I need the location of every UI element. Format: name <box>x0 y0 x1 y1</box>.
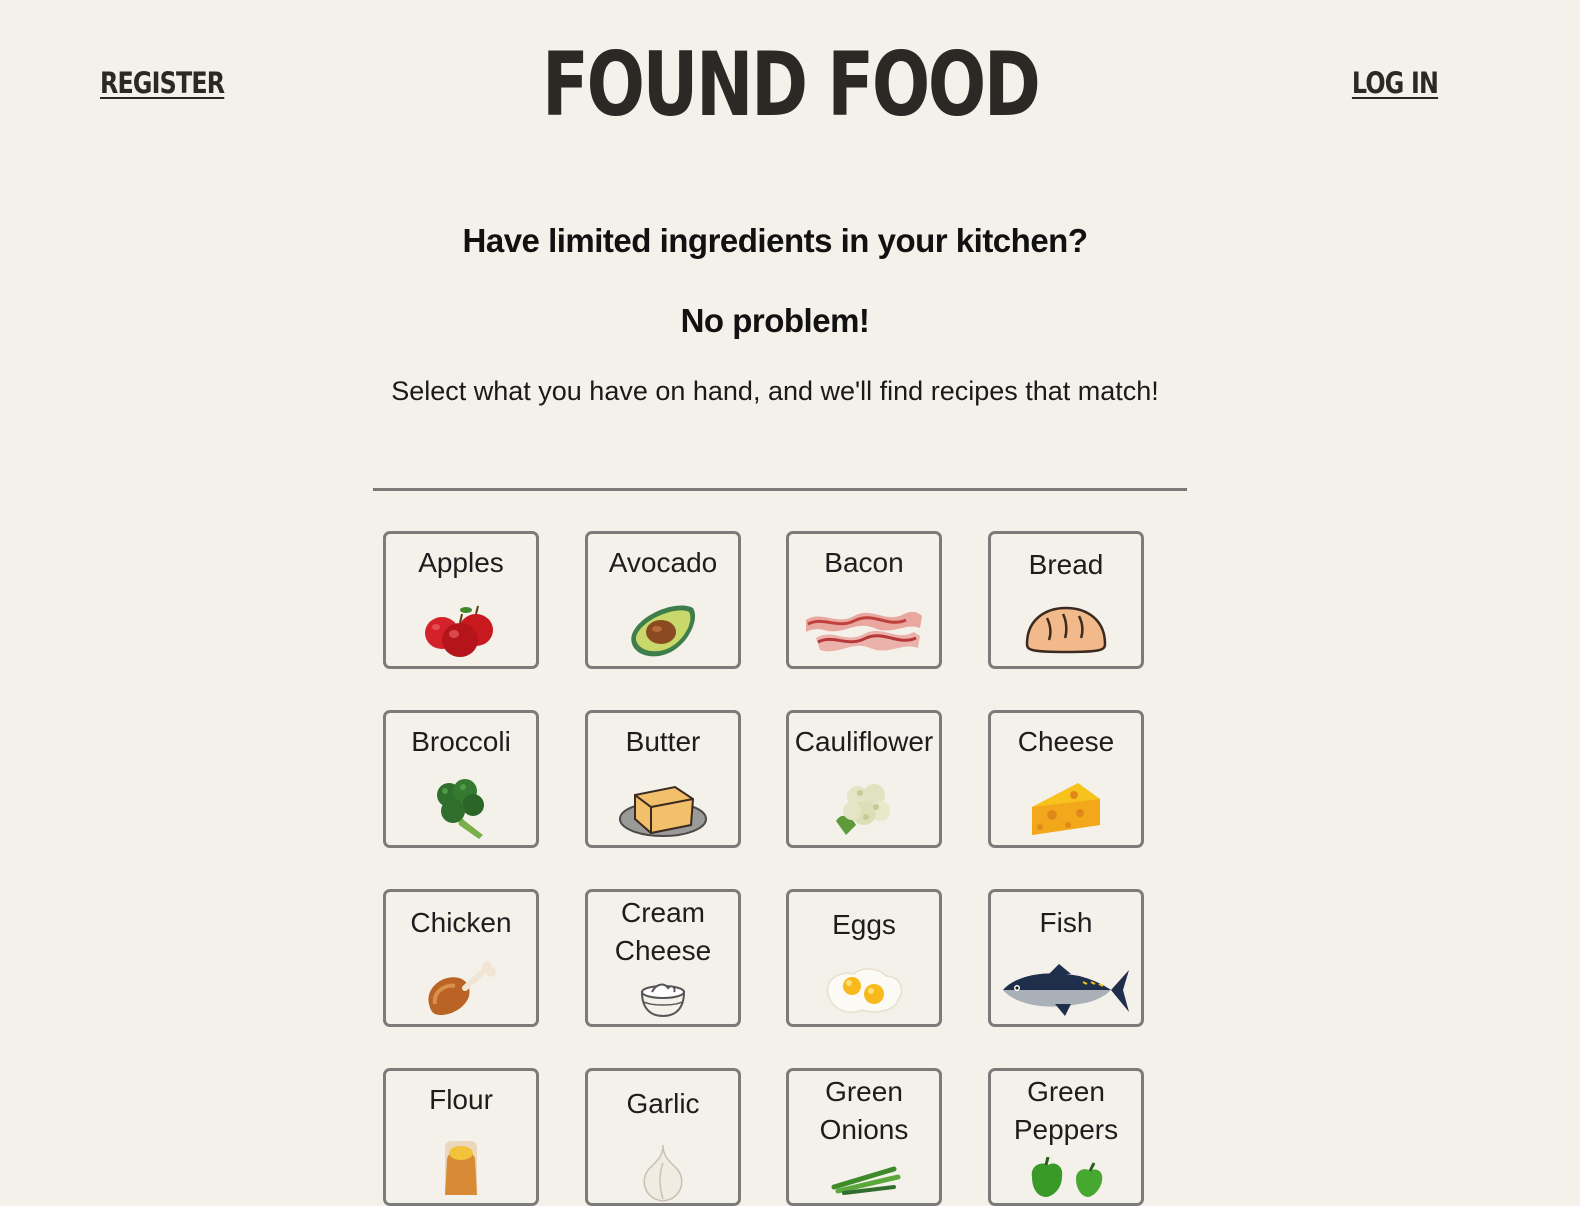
ingredient-label: Flour <box>429 1084 493 1115</box>
ingredient-label: Cheese <box>1017 726 1115 757</box>
bacon-icon <box>789 602 939 662</box>
ingredient-card-garlic[interactable]: Garlic <box>585 1068 741 1206</box>
ingredient-label: Eggs <box>832 909 896 940</box>
ingredient-card-apples[interactable]: Apples <box>383 531 539 669</box>
ingredient-card-cream-cheese[interactable]: Cream Cheese <box>585 889 741 1027</box>
ingredient-card-bread[interactable]: Bread <box>988 531 1144 669</box>
cauliflower-icon <box>789 777 939 839</box>
ingredient-label: Apples <box>418 547 504 578</box>
ingredient-label: Avocado <box>608 547 718 578</box>
ingredient-card-broccoli[interactable]: Broccoli <box>383 710 539 848</box>
flour-sack-icon <box>386 1135 536 1195</box>
broccoli-icon <box>386 777 536 839</box>
ingredient-label: Garlic <box>626 1088 700 1119</box>
ingredient-label: Bread <box>1028 549 1104 580</box>
site-logo[interactable]: FOUND FOOD <box>0 32 1580 138</box>
ingredient-card-green-peppers[interactable]: Green Peppers <box>988 1068 1144 1206</box>
hero-subtitle: Select what you have on hand, and we'll … <box>391 376 1159 406</box>
ingredient-label: Chicken <box>410 907 512 938</box>
garlic-icon <box>588 1143 738 1203</box>
bread-icon <box>991 604 1141 656</box>
cheese-icon <box>991 779 1141 839</box>
chicken-leg-icon <box>386 960 536 1020</box>
green-onions-icon <box>789 1157 939 1197</box>
fish-icon <box>991 962 1141 1018</box>
top-navigation: REGISTER FOUND FOOD LOG IN <box>0 0 1580 150</box>
ingredient-card-cauliflower[interactable]: Cauliflower <box>786 710 942 848</box>
ingredient-card-flour[interactable]: Flour <box>383 1068 539 1206</box>
ingredient-label: Cauliflower <box>794 726 934 757</box>
ingredient-card-avocado[interactable]: Avocado <box>585 531 741 669</box>
apples-icon <box>386 600 536 660</box>
ingredient-label: Butter <box>625 726 701 757</box>
ingredient-card-cheese[interactable]: Cheese <box>988 710 1144 848</box>
ingredient-label: Green Peppers <box>1013 1076 1119 1145</box>
cream-cheese-icon <box>588 978 738 1018</box>
butter-icon <box>588 779 738 839</box>
login-link[interactable]: LOG IN <box>1352 66 1439 100</box>
ingredient-card-green-onions[interactable]: Green Onions <box>786 1068 942 1206</box>
fried-eggs-icon <box>789 964 939 1016</box>
hero-answer: No problem! <box>680 302 870 339</box>
ingredient-label: Broccoli <box>411 726 511 757</box>
ingredient-label: Green Onions <box>819 1076 909 1145</box>
ingredient-label: Bacon <box>824 547 904 578</box>
ingredient-card-eggs[interactable]: Eggs <box>786 889 942 1027</box>
green-peppers-icon <box>991 1157 1141 1197</box>
avocado-icon <box>588 600 738 660</box>
hero-question: Have limited ingredients in your kitchen… <box>462 222 1088 259</box>
ingredient-label: Cream Cheese <box>614 897 712 966</box>
ingredient-card-fish[interactable]: Fish <box>988 889 1144 1027</box>
ingredient-label: Fish <box>1039 907 1093 938</box>
section-divider <box>373 488 1187 491</box>
site-title: FOUND FOOD <box>541 33 1041 136</box>
ingredient-card-chicken[interactable]: Chicken <box>383 889 539 1027</box>
ingredient-card-bacon[interactable]: Bacon <box>786 531 942 669</box>
ingredient-card-butter[interactable]: Butter <box>585 710 741 848</box>
